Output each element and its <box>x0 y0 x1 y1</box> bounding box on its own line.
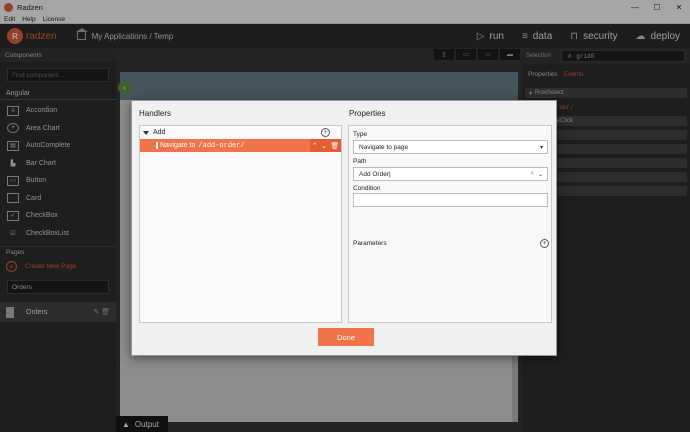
properties-pane: Type Navigate to page ▾ Path Add Order | … <box>348 125 552 323</box>
type-label: Type <box>353 131 368 138</box>
text-cursor: | <box>389 170 391 178</box>
dropdown-caret-icon: ▾ <box>539 144 543 151</box>
add-handler-icon[interactable]: + <box>321 128 330 137</box>
handler-path: /add-order/ <box>198 141 245 150</box>
handlers-list: Add + Navigate to /add-order/ ⌃ ⌄ 🗑 <box>139 125 342 323</box>
drag-handle-icon[interactable] <box>156 142 158 149</box>
path-value: Add Order <box>359 170 389 178</box>
expand-triangle-icon[interactable] <box>143 130 149 135</box>
handlers-title: Handlers <box>139 109 172 118</box>
done-button[interactable]: Done <box>318 328 374 346</box>
parameters-label: Parameters <box>353 240 387 247</box>
dropdown-caret-icon: ⌄ <box>537 171 543 178</box>
handler-actions: ⌃ ⌄ 🗑 <box>310 139 341 152</box>
condition-label: Condition <box>353 185 381 192</box>
handler-row-navigate[interactable]: Navigate to /add-order/ ⌃ ⌄ 🗑 <box>140 139 341 152</box>
type-select[interactable]: Navigate to page ▾ <box>353 140 548 154</box>
properties-title: Properties <box>349 109 386 118</box>
event-name: Add <box>153 129 166 136</box>
type-value: Navigate to page <box>359 143 409 151</box>
delete-icon[interactable]: 🗑 <box>330 142 339 150</box>
move-up-icon[interactable]: ⌃ <box>312 142 318 150</box>
add-parameter-icon[interactable]: + <box>540 239 549 248</box>
condition-input[interactable] <box>353 193 548 207</box>
move-down-icon[interactable]: ⌄ <box>321 142 327 150</box>
event-handlers-dialog: Handlers Properties Add + Navigate to /a… <box>131 100 557 356</box>
event-add-row[interactable]: Add + <box>140 126 341 139</box>
path-select[interactable]: Add Order | × ⌄ <box>353 167 548 181</box>
path-label: Path <box>353 158 367 165</box>
handler-label: Navigate to <box>160 142 196 149</box>
clear-icon[interactable]: × <box>530 171 534 177</box>
